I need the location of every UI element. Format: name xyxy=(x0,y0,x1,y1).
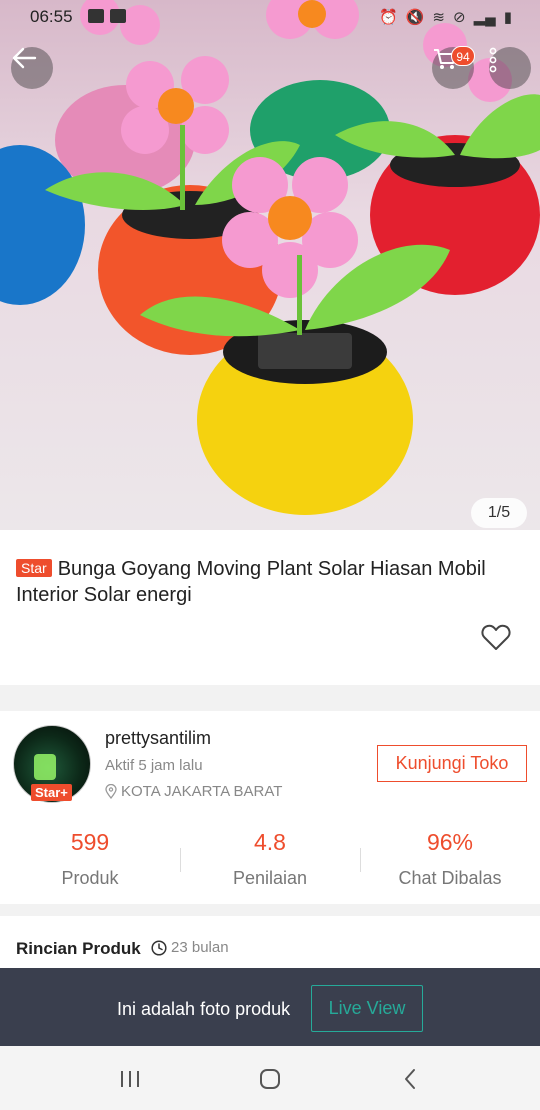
heart-icon xyxy=(481,624,511,650)
stat-value: 96% xyxy=(426,829,474,855)
gallery-notification-icon xyxy=(88,9,104,23)
live-view-button[interactable]: Live View xyxy=(311,985,423,1032)
home-icon xyxy=(260,1069,280,1089)
recent-apps-icon xyxy=(121,1071,139,1087)
shop-location-text: KOTA JAKARTA BARAT xyxy=(121,783,283,800)
mute-icon: 🔇 xyxy=(405,9,425,26)
product-image[interactable]: 06:55 ⏰ 🔇 ≋ ⊘ ▂▄ ▮ 94 1/5 xyxy=(0,0,540,530)
clock-icon xyxy=(151,939,167,956)
details-title: Rincian Produk xyxy=(16,939,141,958)
live-view-text: Ini adalah foto produk xyxy=(117,999,291,1019)
signal-icon: ▂▄ xyxy=(473,9,496,26)
image-counter: 1/5 xyxy=(471,498,527,528)
more-vertical-icon xyxy=(489,47,497,73)
back-button[interactable] xyxy=(11,47,53,89)
status-time: 06:55 xyxy=(30,7,73,26)
star-badge: Star xyxy=(16,559,52,577)
section-divider xyxy=(0,904,540,916)
product-title-text: Bunga Goyang Moving Plant Solar Hiasan M… xyxy=(16,558,486,606)
system-status-icons: ⏰ 🔇 ≋ ⊘ ▂▄ ▮ xyxy=(379,8,512,26)
shop-stats: 599 Produk 4.8 Penilaian 96% Chat Dibala… xyxy=(0,826,540,896)
stat-label: Penilaian xyxy=(232,868,308,888)
location-pin-icon xyxy=(105,784,117,799)
recent-apps-button[interactable] xyxy=(115,1064,145,1094)
more-options-button[interactable] xyxy=(489,47,531,89)
status-bar: 06:55 ⏰ 🔇 ≋ ⊘ ▂▄ ▮ xyxy=(0,0,540,34)
cart-count-badge: 94 xyxy=(451,46,475,66)
stat-label: Chat Dibalas xyxy=(398,868,502,888)
stat-chat-reply[interactable]: 96% Chat Dibalas xyxy=(360,826,540,896)
shop-section: Star+ prettysantilim Aktif 5 jam lalu KO… xyxy=(0,711,540,904)
back-arrow-icon xyxy=(12,47,37,69)
product-title-section: Star Bunga Goyang Moving Plant Solar Hias… xyxy=(0,530,540,685)
product-title: Star Bunga Goyang Moving Plant Solar Hias… xyxy=(16,556,521,608)
details-time-text: 23 bulan xyxy=(171,939,229,956)
alarm-icon: ⏰ xyxy=(379,9,398,26)
shop-location: KOTA JAKARTA BARAT xyxy=(105,783,282,800)
stat-value: 599 xyxy=(70,829,110,855)
notification-icons xyxy=(88,9,126,23)
system-navigation-bar xyxy=(0,1046,540,1110)
star-plus-badge: Star+ xyxy=(31,784,72,801)
app-notification-icon xyxy=(110,9,126,23)
no-sim-icon: ⊘ xyxy=(452,9,466,26)
stat-value: 4.8 xyxy=(254,829,286,855)
shop-name[interactable]: prettysantilim xyxy=(105,728,211,749)
section-divider xyxy=(0,685,540,711)
stat-label: Produk xyxy=(61,868,119,888)
battery-icon: ▮ xyxy=(503,9,512,26)
stat-rating[interactable]: 4.8 Penilaian xyxy=(180,826,360,896)
system-back-button[interactable] xyxy=(395,1064,425,1094)
wifi-icon: ≋ xyxy=(432,9,445,26)
product-details-header: Rincian Produk 23 bulan xyxy=(0,916,540,968)
visit-shop-button[interactable]: Kunjungi Toko xyxy=(377,745,527,782)
shop-active-status: Aktif 5 jam lalu xyxy=(105,757,203,774)
back-icon xyxy=(405,1069,415,1089)
live-view-bar: Ini adalah foto produk Live View xyxy=(0,968,540,1046)
avatar-image-detail xyxy=(34,754,56,780)
details-time: 23 bulan xyxy=(151,939,229,956)
home-button[interactable] xyxy=(255,1064,285,1094)
stat-products[interactable]: 599 Produk xyxy=(0,826,180,896)
favorite-button[interactable] xyxy=(481,623,511,651)
